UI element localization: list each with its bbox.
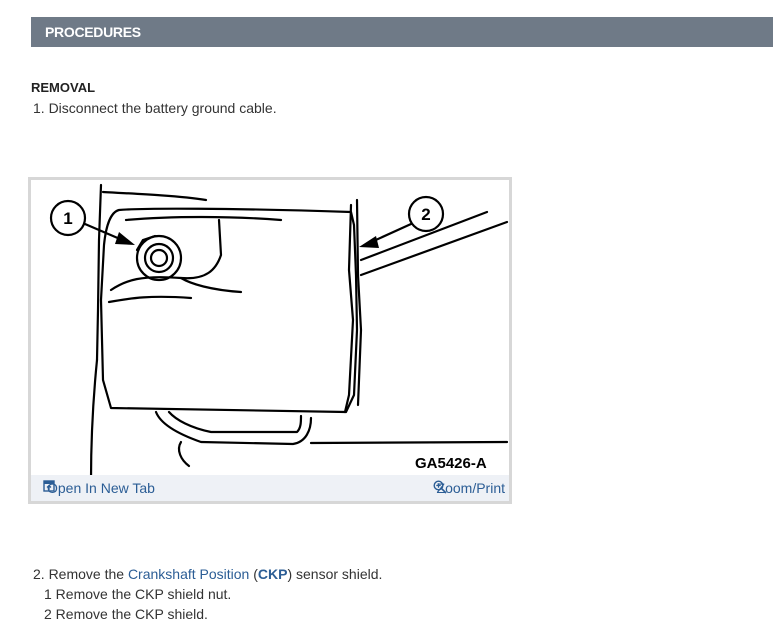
open-in-new-tab-link[interactable]: Open In New Tab [43,480,155,496]
procedure-figure: 1 2 GA5426-A Open In New Tab Zoom/Print [28,177,512,504]
step-2-suffix: ) sensor shield. [287,566,383,582]
zoom-print-link[interactable]: Zoom/Print [433,480,505,496]
step-2: 2. Remove the Crankshaft Position (CKP) … [33,566,382,582]
figure-footer: Open In New Tab Zoom/Print [31,475,509,501]
step-2-prefix: 2. Remove the [33,566,128,582]
callout-2: 2 [421,205,430,224]
callout-1: 1 [63,209,72,228]
ckp-shield-illustration: 1 2 [49,183,509,482]
open-in-new-tab-label: Open In New Tab [47,480,155,496]
figure-caption: GA5426-A [415,455,487,472]
step-1: 1. Disconnect the battery ground cable. [33,100,277,116]
substep-2: 2 Remove the CKP shield. [44,606,208,622]
step-2-open-paren: ( [249,566,258,582]
procedures-header: PROCEDURES [31,17,773,47]
crankshaft-position-link[interactable]: Crankshaft Position [128,566,249,582]
substep-1: 1 Remove the CKP shield nut. [44,586,232,602]
ckp-abbreviation: CKP [257,566,288,582]
removal-heading: REMOVAL [31,80,96,95]
procedures-title: PROCEDURES [45,24,141,40]
zoom-print-label: Zoom/Print [436,480,505,496]
